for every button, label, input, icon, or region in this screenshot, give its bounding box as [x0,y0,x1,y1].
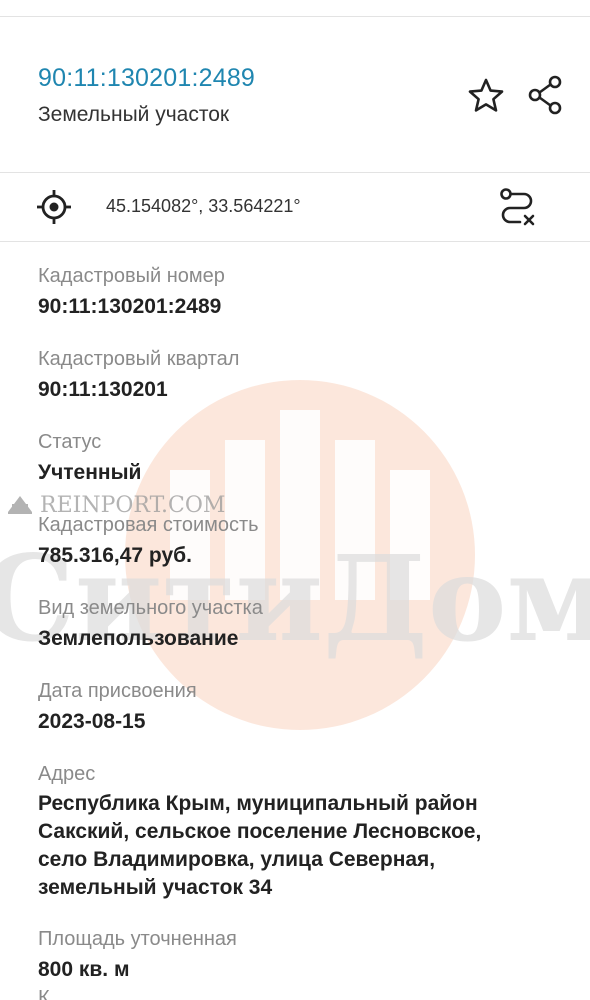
cadastral-number-title[interactable]: 90:11:130201:2489 [38,64,255,93]
field-value: Землепользование [38,627,239,650]
share-button[interactable] [523,73,567,117]
field-value: 2023-08-15 [38,710,146,733]
object-type-subtitle: Земельный участок [38,103,230,126]
favorite-button[interactable] [465,75,507,117]
field-label-partial: К [38,987,50,1000]
field-area: Площадь уточненная 800 кв. м [38,925,558,985]
field-value: Учтенный [38,461,142,484]
star-outline-icon [468,78,504,112]
field-label: Статус [38,431,102,453]
field-land-type: Вид земельного участка Землепользование [38,594,558,654]
field-value: 90:11:130201:2489 [38,295,222,318]
coordinates-row: 45.154082°, 33.564221° [0,173,590,242]
route-off-icon [500,188,535,226]
share-icon [528,75,562,115]
property-fields: Кадастровый номер 90:11:130201:2489 Када… [38,262,558,1000]
field-label: Адрес [38,763,96,785]
crosshair-icon [37,190,71,224]
field-address: Адрес Республика Крым, муниципальный рай… [38,760,558,902]
field-label: Кадастровая стоимость [38,514,259,536]
field-cadastral-number: Кадастровый номер 90:11:130201:2489 [38,262,558,322]
field-status: Статус Учтенный [38,428,558,488]
object-header: 90:11:130201:2489 Земельный участок [0,17,590,173]
field-label: Кадастровый номер [38,265,225,287]
field-label: Площадь уточненная [38,928,237,950]
field-label: Кадастровый квартал [38,348,240,370]
field-label: Дата присвоения [38,680,197,702]
property-info-screen: СитиДом REINPORT.COM 90:11:130201:2489 З… [0,0,590,1000]
field-cadastral-value: Кадастровая стоимость 785.316,47 руб. [38,511,558,571]
field-label: Вид земельного участка [38,597,263,619]
top-divider [0,0,590,17]
field-value: 90:11:130201 [38,378,168,401]
field-value: Республика Крым, муниципальный район Сак… [38,792,482,899]
field-assignment-date: Дата присвоения 2023-08-15 [38,677,558,737]
field-value: 785.316,47 руб. [38,544,192,567]
route-button[interactable] [496,185,540,229]
field-cadastral-quarter: Кадастровый квартал 90:11:130201 [38,345,558,405]
locate-button[interactable] [34,187,74,227]
field-value: 800 кв. м [38,958,130,981]
coordinates-text[interactable]: 45.154082°, 33.564221° [106,196,301,217]
